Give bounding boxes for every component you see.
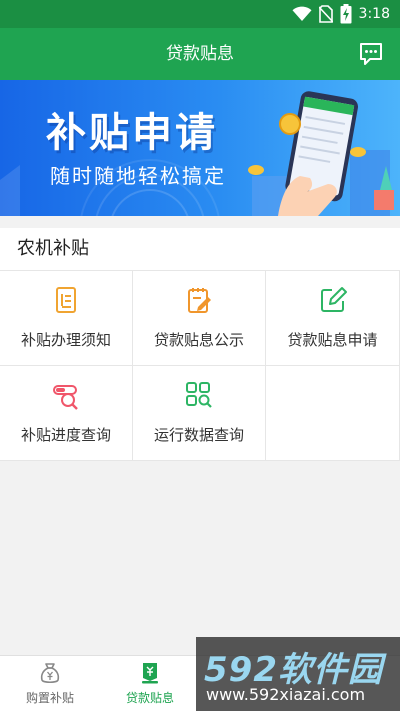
status-bar: 3:18 [0,0,400,28]
loan-icon [142,663,158,684]
watermark-url: www.592xiazai.com [206,685,366,704]
banner-subtitle: 随时随地轻松搞定 [50,164,226,188]
grid-item-empty [266,366,400,461]
document-icon [56,287,76,313]
grid-item-label: 补贴进度查询 [20,426,111,444]
status-time: 3:18 [358,6,390,22]
subsidy-section: 农机补贴 补贴办理须知 贷款贴息公示 贷款贴息申请 补贴进度查询 运行数据查询 [0,228,400,461]
tab-label: 贷款贴息 [125,691,174,705]
edit-square-icon [320,287,347,312]
wifi-icon [292,6,312,21]
grid-item-loan-interest-notice[interactable]: 贷款贴息公示 [133,271,266,366]
tab-loan-interest[interactable]: 贷款贴息 [100,656,200,711]
promo-banner[interactable]: 补贴申请 随时随地轻松搞定 [0,80,400,216]
progress-search-icon [53,385,78,410]
grid-item-subsidy-guide[interactable]: 补贴办理须知 [0,271,133,366]
grid-item-label: 贷款贴息申请 [287,331,378,349]
grid-item-progress-query[interactable]: 补贴进度查询 [0,366,133,461]
notepad-edit-icon [188,288,211,313]
grid-search-icon [186,382,212,408]
banner-title: 补贴申请 [46,110,218,156]
grid-item-loan-interest-apply[interactable]: 贷款贴息申请 [266,271,400,366]
tab-label: 购置补贴 [25,691,74,705]
no-sim-icon [318,5,333,23]
status-icons: 3:18 [292,4,390,24]
site-watermark: 592软件园 www.592xiazai.com [196,637,400,711]
watermark-logo: 592软件园 [204,650,383,690]
phone-hand-illustration [248,91,394,216]
grid-item-label: 运行数据查询 [153,426,244,444]
grid-item-label: 补贴办理须知 [20,331,111,349]
grid-item-operation-data-query[interactable]: 运行数据查询 [133,366,266,461]
service-grid: 补贴办理须知 贷款贴息公示 贷款贴息申请 补贴进度查询 运行数据查询 [0,270,400,461]
app-header: 贷款贴息 [0,28,400,80]
tab-purchase-subsidy[interactable]: 购置补贴 [0,656,100,711]
chat-bubble-icon[interactable] [358,41,384,67]
grid-item-label: 贷款贴息公示 [153,331,244,349]
money-bag-icon [40,663,60,684]
page-title: 贷款贴息 [166,44,234,64]
section-title: 农机补贴 [17,238,89,259]
battery-charging-icon [340,4,352,24]
